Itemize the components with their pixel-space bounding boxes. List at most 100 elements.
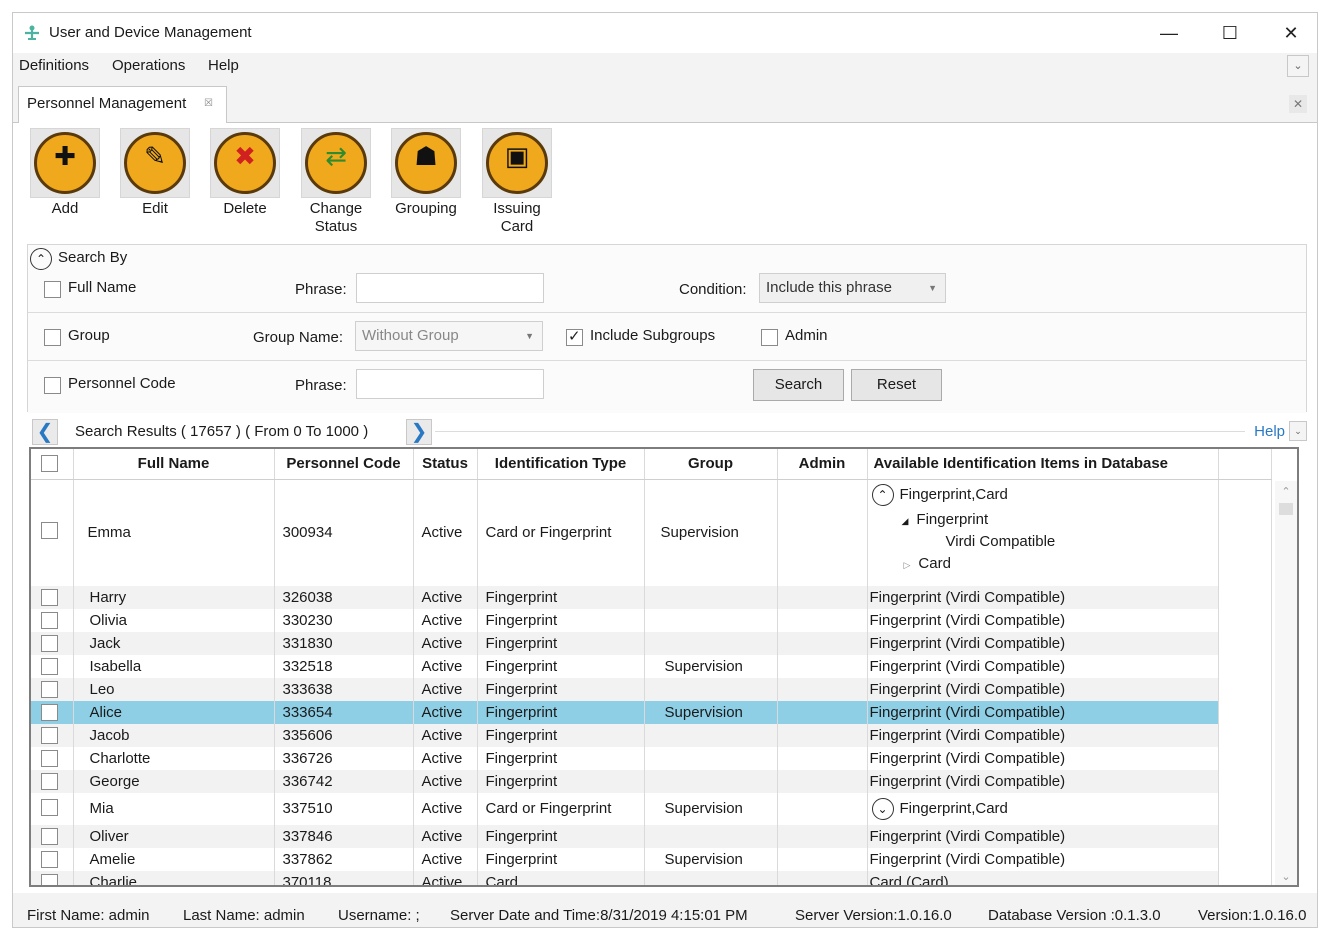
scroll-thumb[interactable] xyxy=(1279,503,1293,515)
table-row[interactable]: George 336742 Active Fingerprint Fingerprint… xyxy=(31,769,1272,793)
full-name-checkbox[interactable] xyxy=(44,281,61,298)
row-checkbox[interactable] xyxy=(41,827,58,845)
row-checkbox[interactable] xyxy=(41,703,58,721)
column-header-status[interactable]: Status xyxy=(413,449,478,480)
tree-expanded-icon[interactable]: ◢ xyxy=(902,516,909,526)
cell-full-name: Jack xyxy=(73,631,275,655)
collapse-tree-icon[interactable]: ⌃ xyxy=(871,483,894,506)
table-row[interactable]: Leo 333638 Active Fingerprint Fingerprint (V… xyxy=(31,677,1272,701)
table-row[interactable]: Amelie 337862 Active Fingerprint Supervision… xyxy=(31,847,1272,871)
cell-full-name: Oliver xyxy=(73,824,275,848)
row-checkbox[interactable] xyxy=(41,873,58,885)
cell-personnel-code: 333654 xyxy=(274,700,414,724)
column-header-available-items[interactable]: Available Identification Items in Databa… xyxy=(867,449,1219,480)
cell-identification-type: Fingerprint xyxy=(477,723,645,747)
cell-identification-type: Fingerprint xyxy=(477,700,645,724)
tab-close-icon[interactable]: ☒ xyxy=(204,98,213,109)
menu-dropdown-button[interactable]: ⌄ xyxy=(1287,55,1309,77)
table-row[interactable]: Jack 331830 Active Fingerprint Fingerprint (… xyxy=(31,631,1272,655)
row-checkbox[interactable] xyxy=(41,611,58,629)
next-page-arrow[interactable]: ❯ xyxy=(406,419,432,445)
add-label: Add xyxy=(51,200,79,217)
table-row[interactable]: Mia 337510 Active Card or Fingerprint Superv… xyxy=(31,792,1272,825)
group-name-label: Group Name: xyxy=(253,329,344,346)
vertical-scrollbar[interactable]: ⌃ ⌄ xyxy=(1275,481,1297,885)
scroll-down-icon[interactable]: ⌄ xyxy=(1275,870,1297,883)
close-button[interactable]: ✕ xyxy=(1269,19,1313,47)
collapse-search-icon[interactable]: ⌃ xyxy=(30,248,52,270)
previous-page-arrow[interactable]: ❮ xyxy=(32,419,58,445)
cell-personnel-code: 332518 xyxy=(274,654,414,678)
table-row[interactable]: Harry 326038 Active Fingerprint Fingerprint … xyxy=(31,585,1272,609)
issuing-card-button[interactable]: ▣ Issuing Card xyxy=(477,128,557,236)
table-row[interactable]: Charlotte 336726 Active Fingerprint Fingerpr… xyxy=(31,746,1272,770)
delete-person-icon: ✖ xyxy=(210,128,280,198)
include-subgroups-checkbox[interactable] xyxy=(566,327,583,346)
cell-group: Supervision xyxy=(644,700,778,724)
row-checkbox[interactable] xyxy=(41,657,58,675)
row-checkbox[interactable] xyxy=(41,726,58,744)
search-row-group: Group Group Name: Without Group▼ Include… xyxy=(28,313,1306,361)
add-button[interactable]: ✚ Add xyxy=(25,128,105,218)
table-row[interactable]: Alice 333654 Active Fingerprint Supervision F… xyxy=(31,700,1272,724)
cell-identification-type: Fingerprint xyxy=(477,654,645,678)
row-checkbox[interactable] xyxy=(41,850,58,868)
search-button[interactable]: Search xyxy=(753,369,844,401)
expand-tree-icon[interactable]: ⌄ xyxy=(871,797,894,820)
delete-button[interactable]: ✖ Delete xyxy=(205,128,285,218)
row-checkbox[interactable] xyxy=(41,588,58,606)
cell-status: Active xyxy=(413,608,478,632)
edit-person-icon: ✎ xyxy=(120,128,190,198)
group-label: Group xyxy=(68,327,110,344)
cell-status: Active xyxy=(413,479,478,586)
tree-leaf-label: Virdi Compatible xyxy=(945,532,1056,550)
column-header-admin[interactable]: Admin xyxy=(777,449,868,480)
help-link[interactable]: Help xyxy=(1254,423,1285,440)
identification-tree: ⌃ Fingerprint,Card ◢ Fingerprint Virdi Com… xyxy=(871,480,1218,586)
table-row[interactable]: Oliver 337846 Active Fingerprint Fingerprint… xyxy=(31,824,1272,848)
grouping-button[interactable]: ☗ Grouping xyxy=(386,128,466,218)
full-name-phrase-input[interactable] xyxy=(356,273,544,303)
cell-full-name: Charlie xyxy=(73,870,275,885)
close-all-tabs-icon[interactable]: ✕ xyxy=(1289,95,1307,113)
tab-strip: Personnel Management ☒ ✕ xyxy=(13,85,1317,124)
table-row[interactable]: Isabella 332518 Active Fingerprint Supervisi… xyxy=(31,654,1272,678)
table-row[interactable]: Jacob 335606 Active Fingerprint Fingerprint … xyxy=(31,723,1272,747)
menu-definitions[interactable]: Definitions xyxy=(19,57,89,74)
group-name-select[interactable]: Without Group ▼ xyxy=(355,321,543,351)
minimize-button[interactable]: — xyxy=(1147,19,1191,47)
select-all-checkbox[interactable] xyxy=(41,455,58,472)
menu-operations[interactable]: Operations xyxy=(112,57,185,74)
cell-available-items: ⌃ Fingerprint,Card ◢ Fingerprint Virdi Com… xyxy=(867,479,1219,586)
admin-checkbox[interactable] xyxy=(761,329,778,346)
row-checkbox[interactable] xyxy=(41,772,58,790)
cell-personnel-code: 336742 xyxy=(274,769,414,793)
maximize-button[interactable]: ☐ xyxy=(1208,19,1252,47)
scroll-up-icon[interactable]: ⌃ xyxy=(1275,485,1297,498)
column-header-group[interactable]: Group xyxy=(644,449,778,480)
cell-status: Active xyxy=(413,769,478,793)
condition-select[interactable]: Include this phrase ▼ xyxy=(759,273,946,303)
column-header-personnel-code[interactable]: Personnel Code xyxy=(274,449,414,480)
table-row[interactable]: Olivia 330230 Active Fingerprint Fingerprint… xyxy=(31,608,1272,632)
tab-personnel-management[interactable]: Personnel Management ☒ xyxy=(18,86,227,124)
row-checkbox[interactable] xyxy=(41,798,58,816)
edit-button[interactable]: ✎ Edit xyxy=(115,128,195,218)
table-row[interactable]: Charlie 370118 Active Card Card (Card) xyxy=(31,870,1272,885)
help-dropdown-icon[interactable]: ⌄ xyxy=(1289,421,1307,441)
row-checkbox[interactable] xyxy=(41,749,58,767)
row-checkbox[interactable] xyxy=(41,521,58,539)
row-checkbox[interactable] xyxy=(41,634,58,652)
menu-help[interactable]: Help xyxy=(208,57,239,74)
column-header-full-name[interactable]: Full Name xyxy=(73,449,275,480)
group-checkbox[interactable] xyxy=(44,329,61,346)
personnel-code-phrase-input[interactable] xyxy=(356,369,544,399)
table-row[interactable]: Emma 300934 Active Card or Fingerprint S… xyxy=(31,479,1272,586)
app-window: User and Device Management — ☐ ✕ Definit… xyxy=(12,12,1318,928)
reset-button[interactable]: Reset xyxy=(851,369,942,401)
personnel-code-checkbox[interactable] xyxy=(44,377,61,394)
column-header-identification-type[interactable]: Identification Type xyxy=(477,449,645,480)
row-checkbox[interactable] xyxy=(41,680,58,698)
change-status-button[interactable]: ⇄ Change Status xyxy=(296,128,376,236)
tree-collapsed-icon[interactable]: ▷ xyxy=(904,560,911,570)
